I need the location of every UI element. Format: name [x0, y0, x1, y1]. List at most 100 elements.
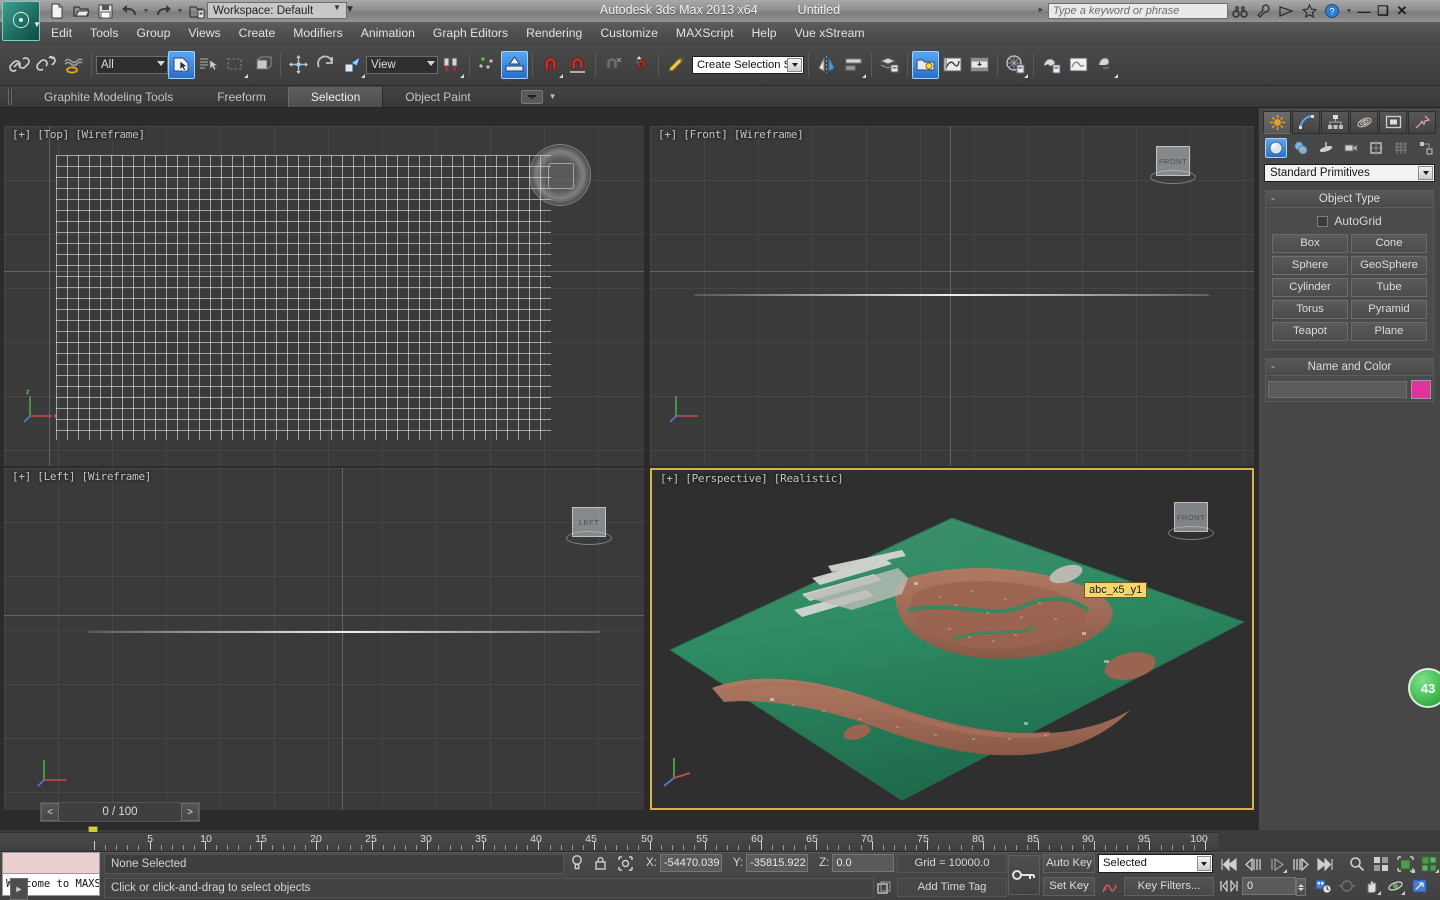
ribbon-options-caret-icon[interactable]: ▼ — [549, 92, 557, 101]
viewport-label-front[interactable]: [+] [Front] [Wireframe] — [658, 128, 803, 141]
collapse-icon[interactable]: - — [1271, 359, 1275, 375]
key-mode-combo[interactable]: Selected — [1098, 854, 1213, 873]
spinner-snap-toggle-icon[interactable] — [627, 51, 654, 79]
set-key-mode-icon[interactable] — [1008, 855, 1040, 895]
align-icon[interactable] — [840, 51, 867, 79]
maxscript-input-pane[interactable] — [2, 852, 100, 874]
app-logo-icon[interactable]: ☉▼ — [2, 1, 40, 41]
collapse-icon[interactable]: - — [1271, 191, 1275, 207]
create-pyramid-button[interactable]: Pyramid — [1351, 300, 1427, 319]
menu-item-group[interactable]: Group — [127, 24, 179, 42]
modify-tab-icon[interactable] — [1292, 111, 1320, 134]
menu-item-animation[interactable]: Animation — [352, 24, 424, 42]
workspace-dropdown-icon[interactable]: ▼ — [345, 4, 355, 15]
mirror-icon[interactable] — [813, 51, 840, 79]
spinner-snap-icon[interactable] — [600, 51, 627, 79]
menu-item-tools[interactable]: Tools — [81, 24, 127, 42]
primitive-category-dropdown-icon[interactable] — [1418, 166, 1433, 180]
select-object-icon[interactable] — [168, 51, 195, 79]
workspace-selector[interactable]: Workspace: Default — [207, 2, 347, 19]
menu-item-modifiers[interactable]: Modifiers — [284, 24, 351, 42]
hierarchy-tab-icon[interactable] — [1321, 111, 1349, 134]
select-by-name-icon[interactable] — [195, 51, 222, 79]
go-to-end-icon[interactable] — [1314, 854, 1336, 874]
render-setup-icon[interactable] — [1038, 51, 1065, 79]
geometry-icon[interactable] — [1265, 138, 1287, 158]
viewport-flyout-toggle[interactable]: ► — [10, 878, 28, 900]
plane-edge-wireframe[interactable] — [88, 631, 600, 633]
select-and-rotate-icon[interactable] — [312, 51, 339, 79]
create-tab-icon[interactable] — [1263, 111, 1291, 134]
auto-key-button[interactable]: Auto Key — [1043, 854, 1095, 873]
z-coordinate-field[interactable]: 0.0 — [832, 854, 894, 872]
select-and-manipulate-icon[interactable] — [474, 51, 501, 79]
menu-item-edit[interactable]: Edit — [42, 24, 81, 42]
ribbon-minimize-icon[interactable] — [521, 90, 543, 104]
create-sphere-button[interactable]: Sphere — [1272, 256, 1348, 275]
lights-icon[interactable] — [1315, 138, 1337, 158]
play-animation-icon[interactable] — [1266, 854, 1288, 874]
new-file-icon[interactable] — [46, 1, 68, 21]
snaps-toggle-icon[interactable] — [501, 51, 528, 79]
angle-snap-icon[interactable] — [537, 51, 564, 79]
object-type-rollout-header[interactable]: - Object Type — [1266, 191, 1433, 208]
next-frame-icon[interactable] — [1290, 854, 1312, 874]
wrench-icon[interactable] — [1253, 2, 1273, 20]
help-dropdown-icon[interactable]: ▼ — [1345, 8, 1353, 15]
viewport-label-left[interactable]: [+] [Left] [Wireframe] — [12, 470, 151, 483]
rendered-frame-window-icon[interactable] — [1065, 51, 1092, 79]
key-mode-dropdown-icon[interactable] — [1197, 856, 1211, 871]
motion-tab-icon[interactable] — [1350, 111, 1378, 134]
helpers-icon[interactable] — [1365, 138, 1387, 158]
cameras-icon[interactable] — [1340, 138, 1362, 158]
viewport-label-top[interactable]: [+] [Top] [Wireframe] — [12, 128, 145, 141]
menu-item-rendering[interactable]: Rendering — [517, 24, 591, 42]
steering-wheel-icon[interactable] — [529, 144, 591, 206]
ribbon-tab-freeform[interactable]: Freeform — [195, 87, 288, 107]
ribbon-tab-graphite-modeling-tools[interactable]: Graphite Modeling Tools — [22, 87, 195, 107]
add-time-tag-button[interactable]: Add Time Tag — [897, 878, 1007, 897]
create-cylinder-button[interactable]: Cylinder — [1272, 278, 1348, 297]
select-and-link-icon[interactable] — [6, 51, 33, 79]
open-folder-icon[interactable] — [70, 1, 92, 21]
percent-snap-icon[interactable] — [564, 51, 591, 79]
zoom-extents-icon[interactable] — [1394, 854, 1416, 874]
viewport-front[interactable]: FRONT [+] [Front] [Wireframe] — [650, 126, 1254, 466]
create-torus-button[interactable]: Torus — [1272, 300, 1348, 319]
create-teapot-button[interactable]: Teapot — [1272, 322, 1348, 341]
set-key-button[interactable]: Set Key — [1043, 877, 1095, 896]
orbit-icon[interactable] — [1384, 876, 1406, 896]
systems-icon[interactable] — [1415, 138, 1437, 158]
zoom-all-icon[interactable] — [1370, 854, 1392, 874]
key-mode-toggle-icon[interactable] — [1218, 876, 1240, 896]
utilities-tab-icon[interactable] — [1408, 111, 1436, 134]
ribbon-tab-selection[interactable]: Selection — [288, 87, 383, 107]
autogrid-row[interactable]: AutoGrid — [1272, 214, 1427, 228]
object-color-swatch[interactable] — [1411, 380, 1431, 399]
search-caret-icon[interactable]: ► — [1037, 5, 1045, 14]
key-filters-button[interactable]: Key Filters... — [1124, 877, 1214, 896]
view-cube-left[interactable]: LEFT — [566, 505, 612, 549]
select-and-scale-icon[interactable] — [339, 51, 366, 79]
unlink-selection-icon[interactable] — [33, 51, 60, 79]
create-geosphere-button[interactable]: GeoSphere — [1351, 256, 1427, 275]
space-warps-icon[interactable] — [1390, 138, 1412, 158]
redo-icon[interactable] — [152, 1, 174, 21]
shapes-icon[interactable] — [1290, 138, 1312, 158]
isolate-selection-icon[interactable] — [570, 854, 584, 875]
x-coordinate-field[interactable]: -54470.039 — [660, 854, 722, 872]
menu-item-help[interactable]: Help — [743, 24, 786, 42]
select-and-move-icon[interactable] — [285, 51, 312, 79]
zoom-extents-all-icon[interactable] — [1418, 854, 1440, 874]
performance-badge[interactable]: 43 — [1408, 668, 1440, 708]
go-to-start-icon[interactable] — [1218, 854, 1240, 874]
render-production-icon[interactable] — [1092, 51, 1119, 79]
viewport-top[interactable]: z x [+] [Top] [Wireframe] — [4, 126, 644, 466]
save-icon[interactable] — [94, 1, 116, 21]
time-tag-snapshot-icon[interactable] — [874, 878, 894, 898]
binoculars-icon[interactable] — [1230, 2, 1250, 20]
view-cube-front[interactable]: FRONT — [1150, 144, 1196, 188]
track-bar[interactable]: 5 10 15 20 25 30 35 40 45 50 55 60 65 70… — [0, 832, 1218, 852]
reference-coordinate-combo[interactable]: View — [366, 56, 438, 74]
view-cube-compass-ring[interactable] — [566, 531, 612, 545]
